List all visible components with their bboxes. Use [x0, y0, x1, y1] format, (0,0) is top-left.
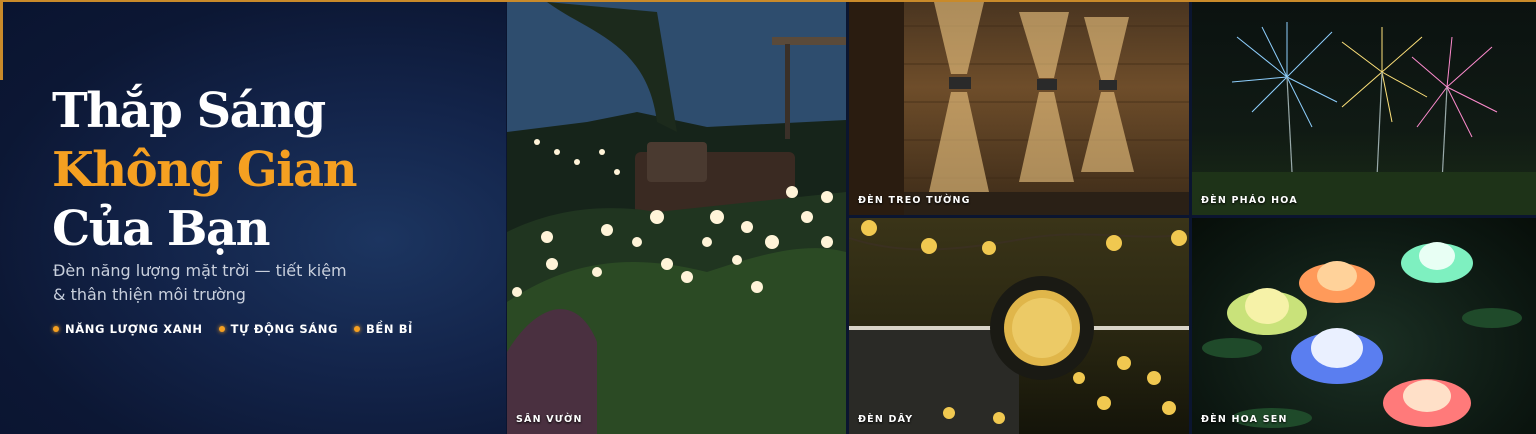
bullet-dot-icon: [218, 326, 225, 332]
garden-photo: [507, 2, 846, 434]
category-tile-lotus[interactable]: ĐÈN HOA SEN: [1192, 218, 1536, 434]
tile-label-wall-light: ĐÈN TREO TƯỜNG: [858, 195, 971, 206]
category-tile-fireworks[interactable]: ĐÈN PHÁO HOA: [1192, 2, 1536, 215]
hero-text-panel: Thắp Sáng Không Gian Của Bạn Đèn năng lư…: [0, 2, 506, 434]
garden-illustration: [507, 2, 846, 434]
tile-label-string-light: ĐÈN DÂY: [858, 414, 914, 425]
headline-line-3: Của Bạn: [52, 201, 270, 257]
headline-line-1: Thắp Sáng: [52, 83, 326, 139]
badge-label: NĂNG LƯỢNG XANH: [65, 322, 203, 336]
fireworks-photo: [1192, 2, 1536, 215]
string-light-photo: [849, 218, 1189, 434]
hero-subtitle: Đèn năng lượng mặt trời — tiết kiệm & th…: [53, 259, 383, 307]
badge-green-energy: NĂNG LƯỢNG XANH: [53, 322, 203, 336]
badge-label: BỀN BỈ: [366, 322, 413, 336]
bullet-dot-icon: [53, 326, 59, 332]
category-tile-garden[interactable]: SÂN VƯỜN: [507, 2, 846, 434]
fireworks-illustration: [1192, 22, 1536, 215]
category-tile-string-light[interactable]: ĐÈN DÂY: [849, 218, 1189, 434]
tile-label-garden: SÂN VƯỜN: [516, 414, 583, 425]
tile-label-fireworks: ĐÈN PHÁO HOA: [1201, 195, 1298, 206]
category-tile-wall-light[interactable]: ĐÈN TREO TƯỜNG: [849, 2, 1189, 215]
lotus-light-illustration: [1202, 242, 1522, 428]
tile-label-lotus: ĐÈN HOA SEN: [1201, 414, 1288, 425]
wall-light-illustration: [849, 2, 1189, 215]
subtitle-line-2: & thân thiện môi trường: [53, 285, 246, 304]
wall-light-photo: [849, 2, 1189, 215]
headline-line-2-accent: Không Gian: [52, 142, 358, 198]
badge-label: TỰ ĐỘNG SÁNG: [230, 322, 339, 336]
subtitle-line-1: Đèn năng lượng mặt trời — tiết kiệm: [53, 261, 347, 280]
feature-badges: NĂNG LƯỢNG XANH TỰ ĐỘNG SÁNG BỀN BỈ: [53, 322, 413, 336]
bullet-dot-icon: [354, 326, 361, 332]
badge-auto-light: TỰ ĐỘNG SÁNG: [218, 322, 339, 336]
badge-durable: BỀN BỈ: [354, 322, 413, 336]
hero-headline: Thắp Sáng Không Gian Của Bạn: [52, 82, 358, 259]
lotus-light-photo: [1192, 218, 1536, 434]
string-light-illustration: [849, 220, 1189, 434]
hero-banner: Thắp Sáng Không Gian Của Bạn Đèn năng lư…: [0, 0, 1536, 434]
